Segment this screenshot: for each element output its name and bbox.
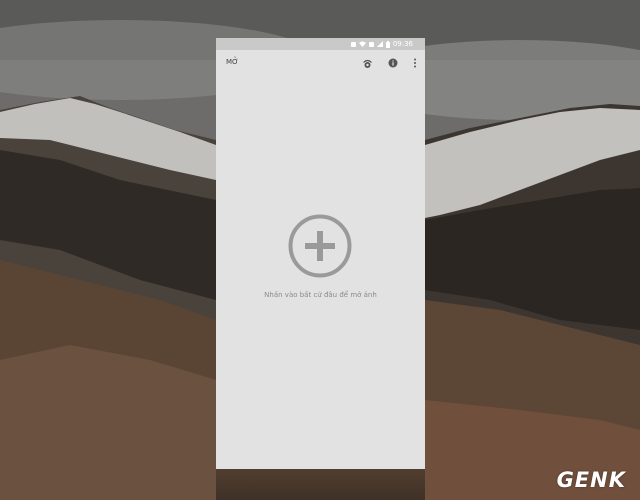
no-sim-icon — [368, 41, 374, 47]
info-icon[interactable] — [387, 57, 399, 69]
plus-circle-icon[interactable] — [288, 214, 352, 278]
status-icons: 09:36 — [350, 39, 413, 49]
watermark-logo-text: GENK — [556, 468, 626, 492]
more-vert-icon[interactable] — [409, 57, 421, 69]
open-image-area[interactable]: Nhấn vào bất cứ đâu để mở ảnh — [216, 78, 425, 469]
image-notification-icon — [350, 41, 356, 47]
status-bar: 09:36 — [216, 38, 425, 50]
wifi-icon — [358, 41, 366, 47]
status-time: 09:36 — [392, 40, 413, 48]
signal-icon — [376, 41, 383, 47]
open-title[interactable]: MỞ — [226, 58, 238, 66]
looks-icon[interactable] — [361, 57, 373, 69]
open-image-hint: Nhấn vào bất cứ đâu để mở ảnh — [264, 291, 377, 299]
phone-screen: 09:36 MỞ Nhấn vào bất cứ đâu để mở ảnh — [216, 38, 425, 469]
battery-icon — [385, 40, 390, 48]
genk-watermark: GENK — [557, 468, 626, 492]
app-bar: MỞ — [216, 50, 425, 78]
